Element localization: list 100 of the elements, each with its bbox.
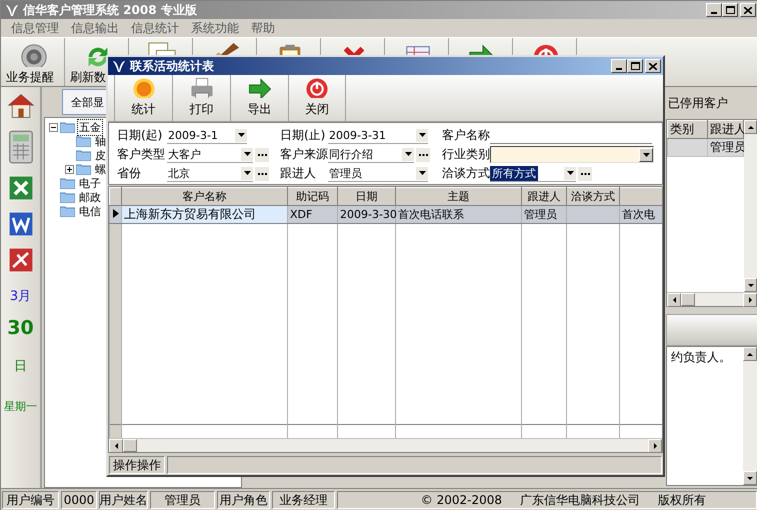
dropdown-field[interactable] [490, 146, 654, 163]
minimize-button[interactable] [706, 3, 722, 17]
close-icon [649, 62, 657, 70]
browse-button[interactable] [255, 148, 269, 162]
tree-item[interactable]: 邮政 [77, 188, 103, 206]
dropdown-field[interactable]: 2009-3-31 [328, 128, 428, 144]
dropdown-field[interactable]: 同行介绍 [328, 146, 414, 162]
caret-icon [418, 171, 426, 175]
field-label: 客户类型 [117, 146, 166, 163]
field-label: 客户名称 [442, 127, 490, 144]
status-field: 用户角色 [217, 491, 270, 509]
folder-icon [76, 135, 91, 147]
calendar-day: 30 [7, 317, 34, 339]
folder-icon [60, 191, 75, 203]
column-header[interactable]: 洽谈方式 [566, 188, 620, 206]
dropdown-field[interactable]: 大客户 [167, 146, 253, 162]
tree-item[interactable]: 电信 [77, 202, 103, 220]
tree-item[interactable]: 电子 [77, 174, 103, 192]
folder-icon [76, 149, 91, 161]
sun-icon [130, 76, 156, 98]
field-value: 管理员 [328, 166, 363, 180]
menu-item[interactable]: 信息输出 [65, 20, 125, 36]
field-label: 行业类别 [442, 146, 490, 163]
rights-text: 版权所有 [658, 492, 706, 508]
column-header[interactable]: 类别 [668, 120, 708, 138]
dropdown-field[interactable]: 所有方式 [490, 166, 576, 182]
tree-item[interactable]: 螺 [93, 160, 108, 178]
vertical-scrollbar[interactable] [743, 347, 757, 485]
collapse-toggle[interactable] [49, 122, 58, 132]
caret-icon [244, 152, 250, 156]
maximize-button[interactable] [722, 3, 738, 17]
column-header[interactable]: 助记码 [288, 188, 338, 206]
checkbox-label[interactable]: 已停用客户 [668, 94, 728, 112]
expand-toggle[interactable] [65, 164, 74, 174]
column-header[interactable]: 客户名称 [122, 188, 288, 206]
field-label: 日期(止) [280, 127, 326, 144]
company-name: 广东信华电脑科技公司 [520, 492, 640, 508]
status-field: 用户姓名 [99, 491, 148, 509]
menu-item[interactable]: 帮助 [245, 20, 281, 36]
toolbar-button[interactable]: 打印 [172, 75, 230, 121]
calendar-month: 3月 [10, 288, 32, 305]
vertical-scrollbar[interactable] [744, 120, 757, 292]
column-header[interactable]: 日期 [338, 188, 396, 206]
table-cell: 首次电 [620, 206, 662, 224]
table-cell: XDF [288, 206, 338, 224]
field-value: 北京 [167, 166, 191, 180]
field-label: 洽谈方式 [442, 165, 490, 182]
maximize-button[interactable] [627, 59, 643, 73]
speaker-icon [19, 42, 49, 67]
dropdown-field[interactable]: 北京 [167, 166, 253, 182]
horizontal-scrollbar[interactable] [667, 292, 757, 306]
menu-item[interactable]: 信息统计 [125, 20, 185, 36]
maximize-icon [630, 62, 640, 70]
column-header[interactable]: 主题 [396, 188, 522, 206]
column-header[interactable]: 跟进人 [522, 188, 566, 206]
browse-button[interactable] [578, 166, 592, 180]
window-title: 信华客户管理系统 2008 专业版 [23, 2, 198, 18]
caret-icon [642, 152, 650, 156]
maximize-icon [726, 6, 734, 14]
power-icon [304, 76, 330, 98]
document-icon [6, 210, 34, 238]
app-logo-icon [5, 3, 19, 17]
table-cell: 管理员 [522, 206, 566, 224]
calendar-day-unit: 日 [14, 358, 27, 375]
minimize-button[interactable] [611, 59, 627, 73]
toolbar-button[interactable]: 业务提醒 [1, 38, 65, 86]
status-field: 业务经理 [272, 491, 335, 509]
minus-icon [51, 126, 56, 128]
row-pointer-icon [113, 209, 119, 218]
tree-item[interactable]: 皮 [93, 146, 108, 164]
caret-icon [566, 171, 574, 175]
toolbar-button[interactable]: 统计 [114, 75, 172, 121]
dropdown-field[interactable]: 2009-3-1 [167, 128, 247, 144]
status-field: 用户编号 [2, 491, 59, 509]
tree-item[interactable]: 轴 [93, 132, 108, 150]
notes-text: 约负责人。 [670, 349, 732, 366]
field-value: 2009-3-31 [328, 128, 387, 142]
folder-icon [76, 163, 91, 175]
field-value: 同行介绍 [328, 146, 374, 162]
calendar-weekday: 星期一 [4, 399, 37, 414]
close-button[interactable] [740, 3, 756, 17]
toolbar-button[interactable]: 关闭 [288, 75, 346, 121]
browse-button[interactable] [255, 166, 269, 180]
status-field: 0000 [61, 491, 97, 509]
horizontal-scrollbar[interactable] [109, 438, 662, 452]
copyright-text: © 2002-2008 [420, 493, 502, 507]
spreadsheet-icon [6, 174, 34, 202]
minimize-icon [616, 68, 622, 70]
table-cell: 2009-3-30 [338, 206, 396, 224]
menu-item[interactable]: 系统功能 [185, 20, 245, 36]
toolbar-button[interactable]: 导出 [230, 75, 288, 121]
browse-button[interactable] [416, 148, 430, 162]
tree-item[interactable]: 五金 [77, 118, 103, 136]
field-label: 日期(起) [117, 127, 164, 144]
menu-item[interactable]: 信息管理 [5, 20, 65, 36]
field-label: 省份 [117, 165, 142, 182]
table-cell: 首次电话联系 [396, 206, 522, 224]
dropdown-field[interactable]: 管理员 [328, 166, 428, 182]
close-button[interactable] [645, 59, 661, 73]
dialog-title: 联系活动统计表 [130, 58, 215, 74]
